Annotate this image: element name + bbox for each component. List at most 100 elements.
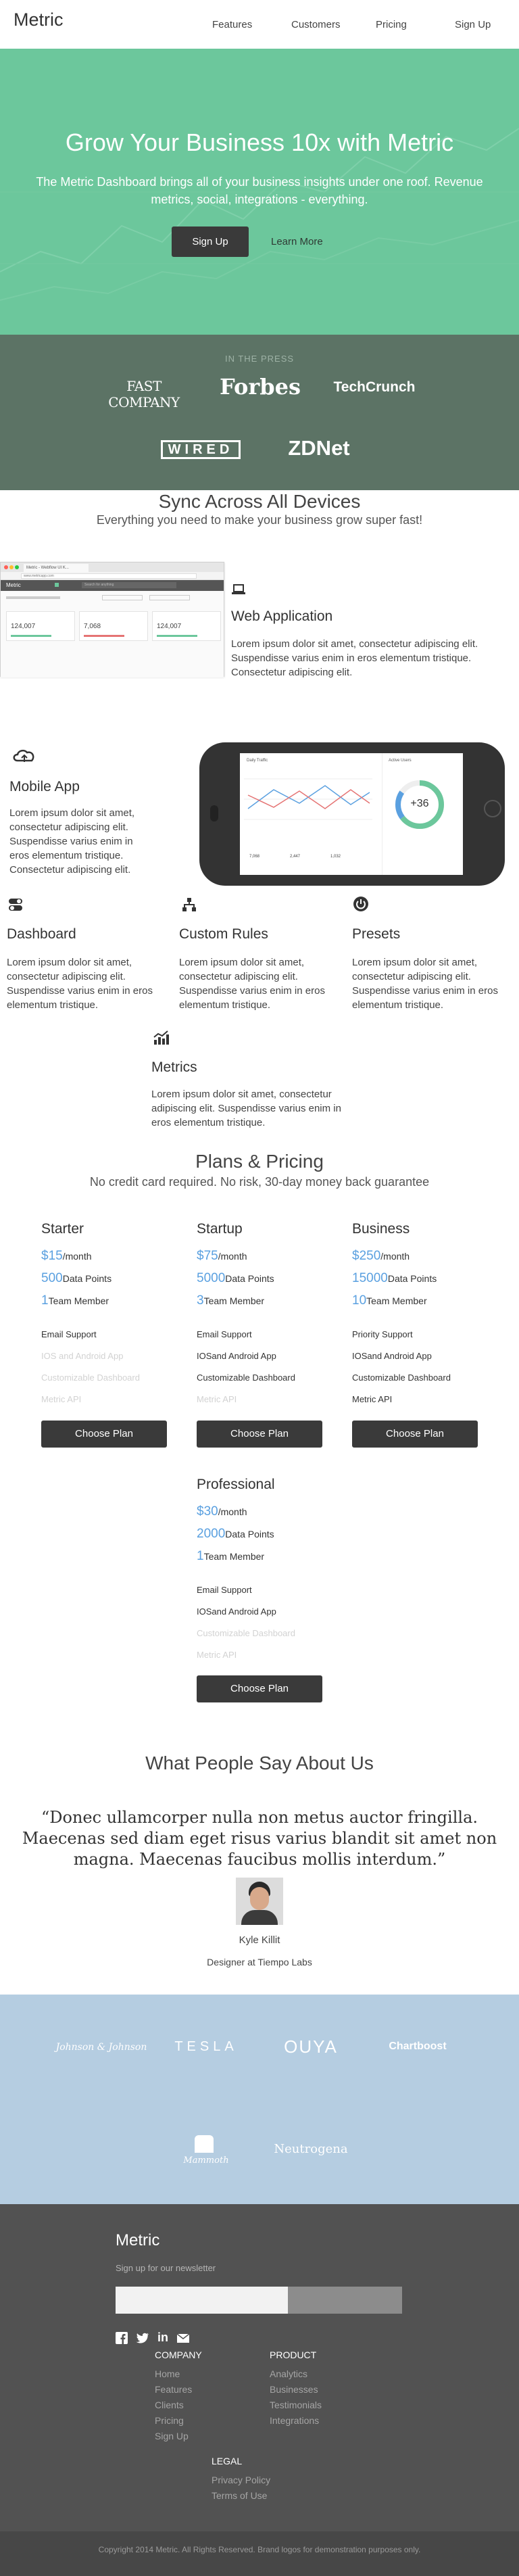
- laptop-icon: [232, 584, 245, 594]
- plan-feature: IOSand Android App: [352, 1351, 432, 1361]
- plan-feature: Email Support: [41, 1329, 97, 1339]
- cloud-icon: [13, 749, 34, 762]
- newsletter-email-input[interactable]: [116, 2287, 288, 2314]
- linkedin-icon[interactable]: in: [157, 2331, 168, 2345]
- feature-title-presets: Presets: [352, 926, 401, 942]
- nav-link-signup[interactable]: Sign Up: [455, 19, 491, 30]
- hero-signup-button[interactable]: Sign Up: [172, 226, 249, 257]
- phone-screen: Daily Traffic 7,068 2,447 1,032 Active U…: [240, 753, 463, 875]
- gauge-title: Active Users: [389, 759, 412, 763]
- web-app-title: Web Application: [231, 609, 333, 624]
- plan-members-business: 10Team Member: [352, 1293, 427, 1308]
- bar-chart-icon: [153, 1030, 169, 1045]
- app-search-box: Search for anything: [82, 582, 176, 588]
- footer-link-home[interactable]: Home: [155, 2368, 180, 2379]
- phone-stat-2: 2,447: [290, 855, 301, 859]
- hero-title: Grow Your Business 10x with Metric: [65, 128, 454, 156]
- sync-title: Sync Across All Devices: [158, 491, 361, 512]
- nav-link-features[interactable]: Features: [212, 19, 252, 30]
- mammoth-logo-mark: [195, 2135, 214, 2153]
- nav-link-customers[interactable]: Customers: [291, 19, 341, 30]
- plan-price-value: $15: [41, 1249, 63, 1263]
- plan-points-value: 15000: [352, 1271, 388, 1285]
- plan-price-unit: /month: [218, 1251, 247, 1262]
- feature-text-presets: Lorem ipsum dolor sit amet, consectetur …: [352, 957, 498, 1011]
- plan-price-startup: $75/month: [197, 1249, 247, 1264]
- footer-link-businesses[interactable]: Businesses: [270, 2384, 318, 2395]
- phone-stat-3: 1,032: [330, 855, 341, 859]
- testimonials-title: What People Say About Us: [145, 1752, 374, 1773]
- stat-card-2-bar: [84, 635, 124, 637]
- app-date-picker: [102, 595, 143, 600]
- avatar: [236, 1878, 283, 1925]
- footer-link-privacy[interactable]: Privacy Policy: [212, 2475, 270, 2485]
- plan-points-value: 5000: [197, 1271, 226, 1285]
- footer: Metric Sign up for our newsletter in COM…: [0, 2204, 519, 2576]
- footer-link-pricing[interactable]: Pricing: [155, 2415, 184, 2426]
- traffic-chart-title: Daily Traffic: [247, 759, 268, 763]
- plan-members-starter: 1Team Member: [41, 1293, 109, 1308]
- footer-legal-heading: LEGAL: [212, 2456, 243, 2466]
- network-icon: [182, 898, 196, 911]
- avatar-shoulders: [241, 1910, 278, 1925]
- choose-plan-button-business[interactable]: Choose Plan: [352, 1421, 478, 1448]
- zdnet-logo: ZDNet: [288, 436, 350, 460]
- choose-plan-button-startup[interactable]: Choose Plan: [197, 1421, 322, 1448]
- feature-title-dashboard: Dashboard: [7, 926, 76, 942]
- plan-feature: IOSand Android App: [197, 1606, 276, 1617]
- stat-card-1: 124,007: [6, 611, 75, 641]
- feature-text-metrics: Lorem ipsum dolor sit amet, consectetur …: [151, 1089, 341, 1128]
- choose-plan-button-professional[interactable]: Choose Plan: [197, 1675, 322, 1702]
- plan-points-starter: 500Data Points: [41, 1271, 112, 1286]
- plan-members-label: Team Member: [203, 1551, 265, 1562]
- stat-card-2: 7,068: [79, 611, 148, 641]
- hero-learn-more-link[interactable]: Learn More: [271, 236, 323, 247]
- window-zoom-dot: [15, 565, 19, 569]
- plan-members-label: Team Member: [203, 1295, 265, 1306]
- plan-feature: Metric API: [41, 1394, 82, 1404]
- footer-link-integrations[interactable]: Integrations: [270, 2415, 319, 2426]
- footer-link-testimonials[interactable]: Testimonials: [270, 2400, 322, 2410]
- browser-address-row: www.metricapp.com: [1, 572, 224, 580]
- footer-link-analytics[interactable]: Analytics: [270, 2368, 307, 2379]
- press-section: IN THE PRESS FAST COMPANY Forbes TechCru…: [0, 335, 519, 490]
- mail-icon[interactable]: [176, 2332, 190, 2344]
- plan-price-starter: $15/month: [41, 1249, 92, 1264]
- twitter-icon[interactable]: [136, 2332, 149, 2344]
- window-close-dot: [4, 565, 8, 569]
- stat-card-3: 124,007: [152, 611, 221, 641]
- tesla-logo: TESLA: [174, 2039, 238, 2054]
- plan-name-starter: Starter: [41, 1221, 84, 1237]
- johnson-johnson-logo: Johnson & Johnson: [55, 2042, 147, 2053]
- app-header-indicator: [55, 583, 59, 587]
- newsletter-submit-button[interactable]: [288, 2287, 402, 2314]
- gauge-value: +36: [410, 798, 429, 809]
- plan-points-professional: 2000Data Points: [197, 1527, 274, 1542]
- forbes-logo: Forbes: [220, 374, 301, 400]
- choose-plan-button-starter[interactable]: Choose Plan: [41, 1421, 167, 1448]
- footer-link-clients[interactable]: Clients: [155, 2400, 184, 2410]
- newsletter-label: Sign up for our newsletter: [116, 2263, 216, 2273]
- feature-title-metrics: Metrics: [151, 1059, 197, 1075]
- facebook-icon[interactable]: [116, 2332, 128, 2344]
- footer-link-terms[interactable]: Terms of Use: [212, 2490, 267, 2501]
- plan-name-business: Business: [352, 1221, 410, 1237]
- power-icon: [353, 897, 368, 911]
- nav-link-pricing[interactable]: Pricing: [376, 19, 407, 30]
- plan-feature: Email Support: [197, 1585, 252, 1595]
- feature-title-custom-rules: Custom Rules: [179, 926, 268, 942]
- stat-card-3-bar: [157, 635, 197, 637]
- browser-url-bar: www.metricapp.com: [21, 573, 197, 579]
- brand-logo[interactable]: Metric: [14, 9, 64, 30]
- feature-text-dashboard: Lorem ipsum dolor sit amet, consectetur …: [7, 957, 153, 1011]
- mobile-app-text: Lorem ipsum dolor sit amet, consectetur …: [9, 807, 135, 876]
- hero-subtitle: The Metric Dashboard brings all of your …: [36, 175, 483, 206]
- footer-link-features[interactable]: Features: [155, 2384, 192, 2395]
- web-app-text: Lorem ipsum dolor sit amet, consectetur …: [231, 638, 478, 678]
- footer-logo[interactable]: Metric: [116, 2231, 159, 2250]
- footer-link-signup[interactable]: Sign Up: [155, 2431, 189, 2441]
- toggle-icon: [9, 899, 22, 911]
- plan-points-label: Data Points: [387, 1273, 437, 1284]
- plan-price-unit: /month: [62, 1251, 92, 1262]
- plan-feature: Customizable Dashboard: [197, 1628, 295, 1638]
